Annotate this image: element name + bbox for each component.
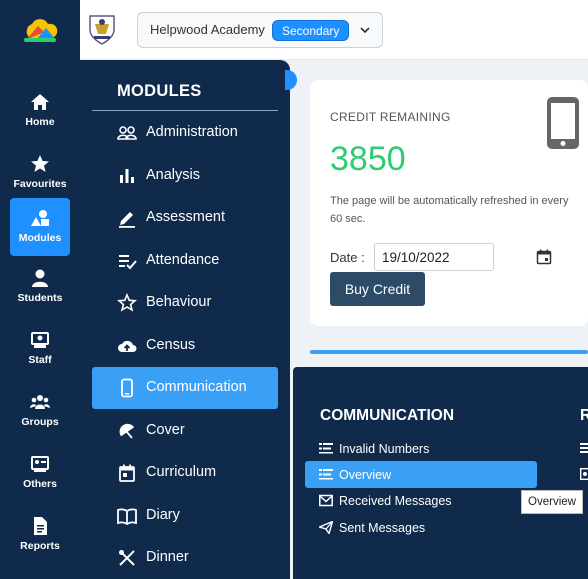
modules-panel: MODULES Administration Analysis Assessme… [80, 60, 290, 579]
module-label: Curriculum [146, 464, 217, 480]
school-name: Helpwood Academy [150, 22, 265, 37]
rail-item-label: Groups [21, 416, 59, 428]
submenu-item-received-messages[interactable]: Received Messages [305, 487, 537, 514]
envelope-icon [319, 494, 333, 507]
submenu-label: Received Messages [339, 494, 452, 508]
checklist-icon [119, 255, 137, 270]
module-label: Attendance [146, 252, 220, 268]
star-outline-icon [117, 293, 137, 312]
submenu-label: Sent Messages [339, 521, 426, 535]
module-label: Diary [146, 507, 180, 523]
left-rail: Home Favourites Modules Students Staff G… [0, 0, 80, 579]
credit-caption: CREDIT REMAINING [330, 110, 451, 124]
umbrella-icon [119, 423, 135, 439]
star-icon [31, 155, 49, 172]
list-icon [580, 443, 588, 453]
school-selector[interactable]: Helpwood Academy Secondary [137, 12, 383, 48]
module-item-diary[interactable]: Diary [92, 495, 278, 537]
person-icon [32, 269, 48, 287]
rail-item-label: Reports [20, 540, 60, 552]
module-label: Cover [146, 422, 185, 438]
rail-item-home[interactable]: Home [10, 82, 70, 140]
module-item-administration[interactable]: Administration [92, 112, 278, 154]
phone-icon [121, 378, 133, 398]
buy-credit-button[interactable]: Buy Credit [330, 272, 425, 306]
chevron-down-icon [360, 27, 370, 34]
calendar-icon [119, 464, 135, 482]
top-bar: Helpwood Academy Secondary [80, 0, 588, 60]
submenu-label: Invalid Numbers [339, 442, 430, 456]
module-item-behaviour[interactable]: Behaviour [92, 282, 278, 324]
bar-chart-icon [120, 169, 134, 183]
staff-icon [31, 332, 49, 348]
panel-top-strip [310, 350, 588, 354]
submenu-label: Overview [339, 468, 392, 482]
app-logo-icon[interactable] [22, 16, 58, 44]
communication-submenu: COMMUNICATION R Invalid Numbers Overview… [293, 367, 588, 579]
credit-card: CREDIT REMAINING 3850 The page will be a… [310, 80, 588, 326]
list-icon [580, 468, 588, 480]
group-icon [30, 395, 50, 409]
app-root: Home Favourites Modules Students Staff G… [0, 0, 588, 579]
list-icon [319, 469, 333, 480]
report-icon [34, 517, 47, 535]
people-icon [117, 126, 137, 140]
list-icon [319, 443, 333, 454]
rail-item-label: Staff [28, 354, 52, 366]
pencil-icon [119, 212, 135, 228]
rail-item-label: Favourites [13, 178, 67, 190]
module-label: Analysis [146, 167, 200, 183]
submenu-item-invalid-numbers[interactable]: Invalid Numbers [305, 435, 537, 462]
date-label: Date : [330, 250, 365, 265]
submenu-second-column-title: R [580, 407, 588, 424]
module-label: Administration [146, 124, 238, 140]
rail-item-reports[interactable]: Reports [10, 506, 70, 564]
home-icon [31, 94, 49, 110]
module-item-assessment[interactable]: Assessment [92, 197, 278, 239]
module-label: Assessment [146, 209, 225, 225]
module-item-cover[interactable]: Cover [92, 410, 278, 452]
send-icon [319, 521, 333, 534]
others-icon [31, 456, 49, 472]
date-input[interactable]: 19/10/2022 [374, 243, 552, 271]
cutlery-icon [119, 550, 135, 566]
modules-title: MODULES [117, 82, 202, 100]
rail-item-label: Modules [18, 232, 62, 244]
module-item-communication[interactable]: Communication [92, 367, 278, 409]
rail-item-label: Students [17, 292, 63, 304]
cloud-upload-icon [118, 340, 137, 352]
shapes-icon [31, 210, 49, 226]
overview-tooltip: Overview [521, 490, 583, 514]
submenu-item-sent-messages[interactable]: Sent Messages [305, 514, 537, 541]
rail-item-label: Home [25, 116, 55, 128]
refresh-note: The page will be automatically refreshed… [330, 195, 569, 225]
rail-item-groups[interactable]: Groups [10, 382, 70, 440]
rail-item-staff[interactable]: Staff [10, 320, 70, 378]
book-icon [117, 508, 137, 526]
submenu-item-overview[interactable]: Overview [305, 461, 537, 488]
module-item-census[interactable]: Census [92, 325, 278, 367]
module-label: Dinner [146, 549, 189, 565]
communication-title: COMMUNICATION [320, 407, 455, 424]
credit-value: 3850 [330, 140, 406, 178]
module-label: Census [146, 337, 196, 353]
module-item-dinner[interactable]: Dinner [92, 537, 278, 579]
panel-edge-marker [285, 70, 297, 90]
school-crest-icon [89, 15, 115, 45]
module-label: Communication [146, 379, 247, 395]
modules-divider [92, 110, 278, 111]
module-label: Behaviour [146, 294, 212, 310]
mobile-phone-icon [547, 97, 579, 149]
rail-item-modules[interactable]: Modules [10, 198, 70, 256]
calendar-icon[interactable] [536, 249, 552, 265]
rail-item-favourites[interactable]: Favourites [10, 144, 70, 202]
rail-item-others[interactable]: Others [10, 444, 70, 502]
date-value: 19/10/2022 [382, 250, 450, 265]
module-item-analysis[interactable]: Analysis [92, 155, 278, 197]
rail-item-label: Others [23, 478, 57, 490]
module-item-attendance[interactable]: Attendance [92, 240, 278, 282]
rail-item-students[interactable]: Students [10, 258, 70, 316]
module-item-curriculum[interactable]: Curriculum [92, 452, 278, 494]
school-phase-badge: Secondary [272, 20, 350, 41]
